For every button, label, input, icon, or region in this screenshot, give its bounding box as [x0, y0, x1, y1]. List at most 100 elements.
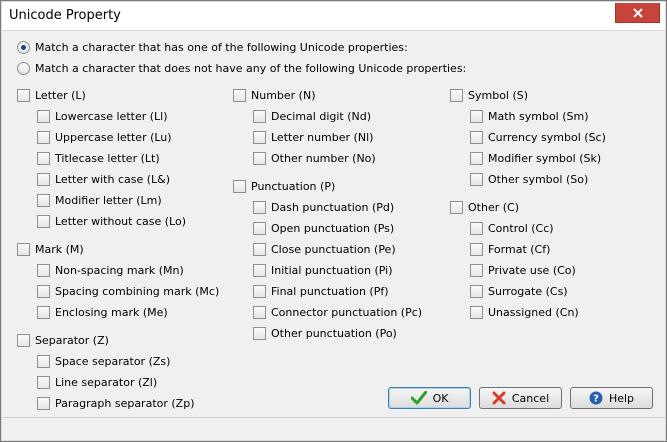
checkbox[interactable] — [470, 151, 483, 165]
checkbox[interactable] — [253, 200, 266, 214]
checkbox[interactable] — [37, 354, 50, 368]
checkbox[interactable] — [450, 88, 463, 102]
checkbox[interactable] — [470, 109, 483, 123]
checkbox[interactable] — [470, 172, 483, 186]
checkbox[interactable] — [470, 305, 483, 319]
checkbox[interactable] — [17, 242, 30, 256]
checkbox[interactable] — [37, 151, 50, 165]
ok-button[interactable]: OK — [388, 387, 471, 409]
checkbox[interactable] — [470, 221, 483, 235]
radio-match-not[interactable]: Match a character that does not have any… — [17, 60, 466, 76]
checkbox-separator[interactable]: Separator (Z) — [17, 332, 109, 348]
checkbox-modifier-letter[interactable]: Modifier letter (Lm) — [37, 192, 162, 208]
checkbox-punctuation-label: Punctuation (P) — [251, 179, 336, 193]
checkbox-number[interactable]: Number (N) — [233, 87, 316, 103]
checkbox-open-punctuation[interactable]: Open punctuation (Ps) — [253, 220, 394, 236]
checkbox[interactable] — [37, 130, 50, 144]
checkbox[interactable] — [253, 263, 266, 277]
checkbox-uppercase-letter[interactable]: Uppercase letter (Lu) — [37, 129, 172, 145]
radio-button-checked[interactable] — [17, 40, 30, 54]
checkbox-currency-symbol[interactable]: Currency symbol (Sc) — [470, 129, 606, 145]
checkbox[interactable] — [37, 214, 50, 228]
checkbox[interactable] — [17, 88, 30, 102]
checkbox-label: Surrogate (Cs) — [488, 284, 568, 298]
checkbox-modifier-symbol[interactable]: Modifier symbol (Sk) — [470, 150, 601, 166]
checkbox[interactable] — [253, 109, 266, 123]
checkbox[interactable] — [470, 242, 483, 256]
checkbox[interactable] — [37, 109, 50, 123]
checkbox[interactable] — [37, 284, 50, 298]
checkbox[interactable] — [470, 284, 483, 298]
checkbox-non-spacing-mark[interactable]: Non-spacing mark (Mn) — [37, 262, 184, 278]
close-button[interactable] — [615, 3, 660, 23]
checkbox-letter-without-case[interactable]: Letter without case (Lo) — [37, 213, 186, 229]
checkbox[interactable] — [37, 263, 50, 277]
checkbox-symbol[interactable]: Symbol (S) — [450, 87, 528, 103]
checkbox[interactable] — [37, 305, 50, 319]
checkbox-letter-with-case[interactable]: Letter with case (L&) — [37, 171, 170, 187]
checkbox[interactable] — [450, 200, 463, 214]
cancel-button[interactable]: Cancel — [479, 387, 562, 409]
checkbox-format[interactable]: Format (Cf) — [470, 241, 550, 257]
checkbox[interactable] — [37, 375, 50, 389]
checkbox-titlecase-letter[interactable]: Titlecase letter (Lt) — [37, 150, 160, 166]
checkbox[interactable] — [253, 151, 266, 165]
checkbox-letter[interactable]: Letter (L) — [17, 87, 86, 103]
checkbox-final-punctuation[interactable]: Final punctuation (Pf) — [253, 283, 389, 299]
checkbox[interactable] — [253, 242, 266, 256]
title-bar: Unicode Property — [2, 2, 665, 30]
checkbox-label: Line separator (Zl) — [55, 375, 158, 389]
checkbox-lowercase-letter[interactable]: Lowercase letter (Ll) — [37, 108, 168, 124]
checkbox-enclosing-mark[interactable]: Enclosing mark (Me) — [37, 304, 168, 320]
help-button-label: Help — [608, 391, 635, 405]
checkbox[interactable] — [37, 396, 50, 410]
checkbox-control[interactable]: Control (Cc) — [470, 220, 554, 236]
checkbox-paragraph-separator[interactable]: Paragraph separator (Zp) — [37, 395, 195, 411]
checkbox-line-separator[interactable]: Line separator (Zl) — [37, 374, 157, 390]
checkbox[interactable] — [470, 130, 483, 144]
checkbox-other-number[interactable]: Other number (No) — [253, 150, 376, 166]
checkbox-label: Final punctuation (Pf) — [271, 284, 389, 298]
checkbox[interactable] — [233, 88, 246, 102]
checkbox-spacing-combining-mark[interactable]: Spacing combining mark (Mc) — [37, 283, 219, 299]
help-button[interactable]: ? Help — [570, 387, 653, 409]
checkbox-other[interactable]: Other (C) — [450, 199, 519, 215]
checkbox-math-symbol[interactable]: Math symbol (Sm) — [470, 108, 589, 124]
checkbox[interactable] — [253, 305, 266, 319]
checkbox-decimal-digit[interactable]: Decimal digit (Nd) — [253, 108, 371, 124]
checkbox[interactable] — [233, 179, 246, 193]
checkbox-label: Control (Cc) — [488, 221, 554, 235]
checkbox[interactable] — [470, 263, 483, 277]
checkbox-dash-punctuation[interactable]: Dash punctuation (Pd) — [253, 199, 394, 215]
checkbox-letter-number[interactable]: Letter number (Nl) — [253, 129, 373, 145]
radio-match-has-label: Match a character that has one of the fo… — [35, 40, 408, 54]
checkbox-unassigned[interactable]: Unassigned (Cn) — [470, 304, 579, 320]
checkbox-other-symbol[interactable]: Other symbol (So) — [470, 171, 588, 187]
checkbox-other-punctuation[interactable]: Other punctuation (Po) — [253, 325, 397, 341]
checkbox-space-separator[interactable]: Space separator (Zs) — [37, 353, 170, 369]
checkbox[interactable] — [253, 326, 266, 340]
checkbox[interactable] — [253, 130, 266, 144]
checkbox-private-use[interactable]: Private use (Co) — [470, 262, 576, 278]
checkbox[interactable] — [37, 193, 50, 207]
checkbox-label: Uppercase letter (Lu) — [55, 130, 172, 144]
checkbox-initial-punctuation[interactable]: Initial punctuation (Pi) — [253, 262, 393, 278]
dialog-window: Unicode Property Match a character that … — [0, 0, 667, 442]
checkbox-connector-punctuation[interactable]: Connector punctuation (Pc) — [253, 304, 422, 320]
checkbox[interactable] — [17, 333, 30, 347]
checkbox-symbol-label: Symbol (S) — [468, 88, 529, 102]
checkbox-label: Other punctuation (Po) — [271, 326, 397, 340]
checkbox-number-label: Number (N) — [251, 88, 316, 102]
checkbox-mark[interactable]: Mark (M) — [17, 241, 84, 257]
radio-button[interactable] — [17, 61, 30, 75]
radio-match-not-label: Match a character that does not have any… — [35, 61, 467, 75]
checkbox[interactable] — [253, 284, 266, 298]
checkbox-label: Space separator (Zs) — [55, 354, 171, 368]
checkbox-punctuation[interactable]: Punctuation (P) — [233, 178, 335, 194]
radio-match-has[interactable]: Match a character that has one of the fo… — [17, 39, 408, 55]
checkbox[interactable] — [253, 221, 266, 235]
checkmark-icon — [410, 391, 427, 405]
checkbox-surrogate[interactable]: Surrogate (Cs) — [470, 283, 568, 299]
checkbox[interactable] — [37, 172, 50, 186]
checkbox-close-punctuation[interactable]: Close punctuation (Pe) — [253, 241, 396, 257]
